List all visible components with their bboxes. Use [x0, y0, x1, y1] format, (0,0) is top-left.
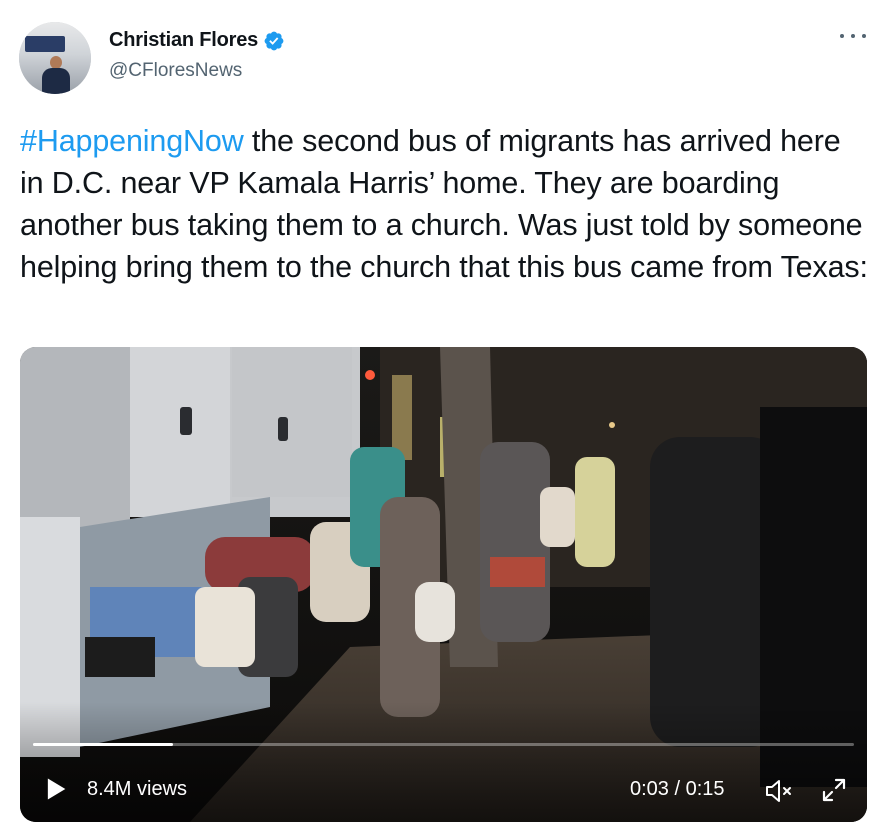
- video-progress-bar[interactable]: [33, 743, 854, 746]
- more-options-icon[interactable]: [840, 26, 866, 46]
- fullscreen-icon[interactable]: [820, 776, 848, 804]
- avatar-person-body: [42, 68, 70, 94]
- more-dot: [840, 34, 844, 38]
- more-dot: [862, 34, 866, 38]
- mute-icon[interactable]: [764, 777, 796, 805]
- play-icon[interactable]: [42, 775, 70, 803]
- author-name-row: Christian Flores: [109, 29, 285, 52]
- avatar[interactable]: [19, 22, 91, 94]
- video-player[interactable]: 8.4M views 0:03 / 0:15: [20, 347, 867, 822]
- author-handle[interactable]: @CFloresNews: [109, 60, 242, 82]
- video-time: 0:03 / 0:15: [630, 778, 725, 800]
- view-count: 8.4M views: [87, 778, 188, 800]
- hashtag-link[interactable]: #HappeningNow: [20, 124, 244, 158]
- video-progress-fill: [33, 743, 173, 746]
- author-name[interactable]: Christian Flores: [109, 29, 258, 52]
- verified-badge-icon: [264, 31, 284, 50]
- avatar-sign: [25, 36, 65, 52]
- tweet-text: #HappeningNow the second bus of migrants…: [20, 120, 870, 288]
- video-controls-gradient: [20, 702, 867, 822]
- more-dot: [851, 34, 855, 38]
